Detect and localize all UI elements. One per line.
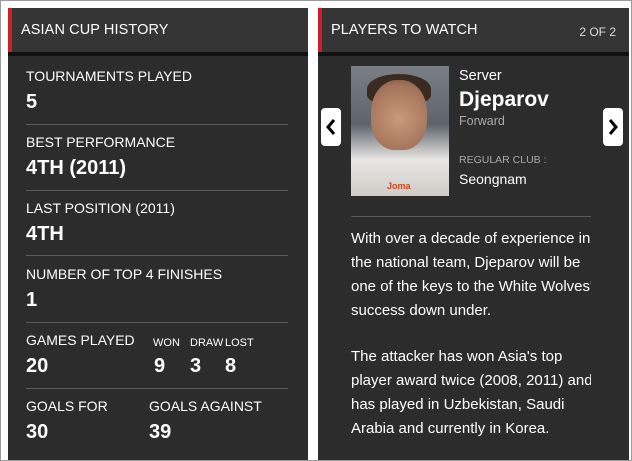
stat-last-position: LAST POSITION (2011) 4TH <box>26 198 288 256</box>
stat-label: NUMBER OF TOP 4 FINISHES <box>26 266 223 282</box>
bio-line: player award twice (2008, 2011) and <box>351 372 591 389</box>
bio-line: With over a decade of experience in <box>351 230 591 247</box>
divider <box>351 216 591 217</box>
lost-label: LOST <box>225 337 254 349</box>
stat-value: 4TH <box>26 223 64 245</box>
pagination-indicator: 2 OF 2 <box>579 25 616 39</box>
players-to-watch-panel: PLAYERS TO WATCH 2 OF 2 Joma Server Djep… <box>318 8 629 460</box>
stat-label: BEST PERFORMANCE <box>26 134 176 150</box>
bio-line: the national team, Djeparov will be <box>351 254 581 271</box>
panel-title: PLAYERS TO WATCH <box>331 22 478 38</box>
chevron-left-icon <box>326 119 336 135</box>
stat-label: GAMES PLAYED <box>26 332 135 348</box>
won-value: 9 <box>154 355 166 377</box>
stat-label: TOURNAMENTS PLAYED <box>26 68 192 84</box>
panel-header: ASIAN CUP HISTORY <box>8 8 308 56</box>
goals-against-label: GOALS AGAINST <box>149 398 262 414</box>
next-player-button[interactable] <box>603 108 623 146</box>
draw-value: 3 <box>190 355 202 377</box>
stat-games-played: GAMES PLAYED 20 WON DRAW LOST 9 3 8 <box>26 330 288 389</box>
player-first-name: Server <box>459 68 502 84</box>
shirt-logo: Joma <box>387 181 411 191</box>
club-name: Seongnam <box>459 171 527 187</box>
goals-for-label: GOALS FOR <box>26 398 108 414</box>
player-photo: Joma <box>351 66 449 196</box>
player-position: Forward <box>459 114 505 128</box>
panel-title: ASIAN CUP HISTORY <box>21 22 169 38</box>
header-accent <box>8 8 12 52</box>
player-last-name: Djeparov <box>459 88 549 111</box>
won-label: WON <box>153 337 180 349</box>
bio-line: one of the keys to the White Wolves' <box>351 278 591 295</box>
stat-top4-finishes: NUMBER OF TOP 4 FINISHES 1 <box>26 264 288 323</box>
stat-value: 1 <box>26 289 38 311</box>
stat-value: 20 <box>26 355 49 377</box>
draw-label: DRAW <box>190 337 224 349</box>
panel-header: PLAYERS TO WATCH 2 OF 2 <box>318 8 629 56</box>
bio-line: success down under. <box>351 302 492 319</box>
chevron-right-icon <box>608 119 618 135</box>
stat-value: 5 <box>26 91 38 113</box>
player-face <box>371 80 427 150</box>
asian-cup-history-panel: ASIAN CUP HISTORY TOURNAMENTS PLAYED 5 B… <box>8 8 308 460</box>
stat-value: 4TH (2011) <box>26 157 127 179</box>
bio-line: Arabia and currently in Korea. <box>351 420 550 437</box>
lost-value: 8 <box>225 355 237 377</box>
bio-line: has played in Uzbekistan, Saudi <box>351 396 565 413</box>
stat-goals: GOALS FOR 30 GOALS AGAINST 39 <box>26 396 288 460</box>
bio-line: The attacker has won Asia's top <box>351 348 563 365</box>
club-label: REGULAR CLUB : <box>459 154 547 166</box>
previous-player-button[interactable] <box>321 108 341 146</box>
goals-against-value: 39 <box>149 421 172 443</box>
stat-tournaments-played: TOURNAMENTS PLAYED 5 <box>26 66 288 125</box>
stat-best-performance: BEST PERFORMANCE 4TH (2011) <box>26 132 288 191</box>
stat-label: LAST POSITION (2011) <box>26 200 175 216</box>
goals-for-value: 30 <box>26 421 49 443</box>
header-accent <box>318 8 322 52</box>
